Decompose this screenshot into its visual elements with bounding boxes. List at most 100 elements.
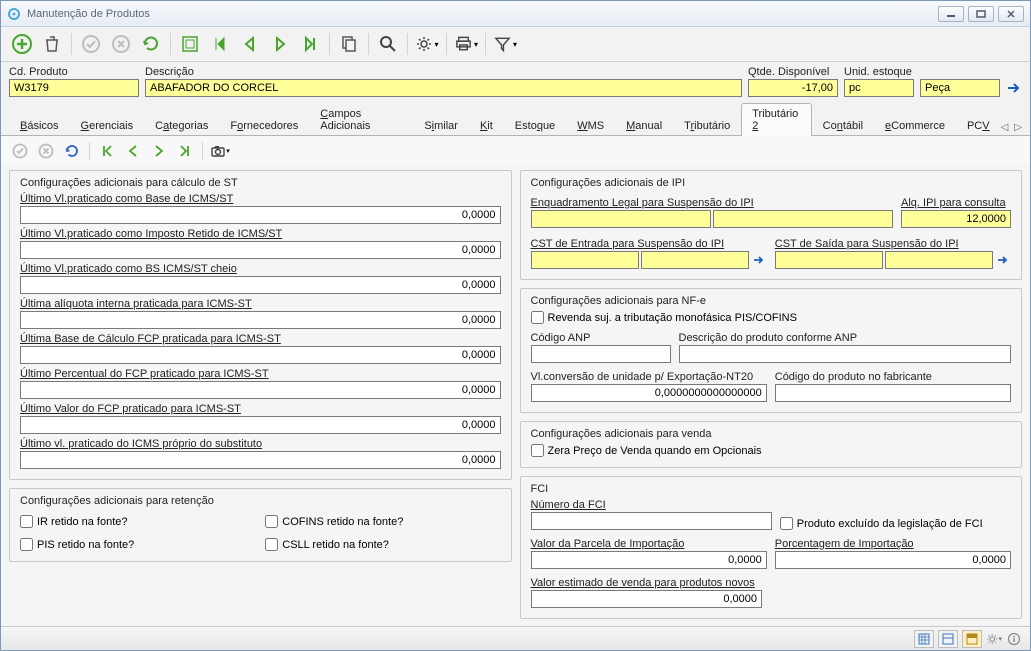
sub-next-button[interactable] [148, 140, 170, 162]
group-st: Configurações adicionais para cálculo de… [9, 170, 512, 480]
toolbar-separator [446, 33, 447, 55]
cst-ent-desc[interactable] [641, 251, 749, 269]
tab-categorias[interactable]: Categorias [144, 115, 219, 136]
descricao-input[interactable] [145, 79, 742, 97]
sub-camera-button[interactable]: ▾ [209, 140, 231, 162]
view-grid-button[interactable] [914, 630, 934, 648]
group-fci-title: FCI [531, 483, 1012, 495]
tab-similar[interactable]: Similar [413, 115, 469, 136]
search-button[interactable] [375, 31, 401, 57]
cd-produto-input[interactable] [9, 79, 139, 97]
cst-sai-code[interactable] [775, 251, 883, 269]
unid-estoque-desc-input[interactable] [920, 79, 1000, 97]
tab-contabil[interactable]: Contábil [812, 115, 874, 136]
anp-desc-input[interactable] [679, 345, 1012, 363]
tab-tributario-2[interactable]: Tributário 2 [741, 103, 811, 136]
next-button[interactable] [267, 31, 293, 57]
cst-sai-lookup[interactable] [995, 251, 1011, 269]
cst-ent-lookup[interactable] [751, 251, 767, 269]
tab-wms[interactable]: WMS [566, 115, 615, 136]
alq-ipi-label: Alq. IPI para consulta [901, 197, 1011, 209]
st-field-input[interactable] [20, 276, 501, 294]
status-settings-icon[interactable]: ▾ [986, 631, 1002, 647]
tab-gerenciais[interactable]: Gerenciais [70, 115, 145, 136]
unid-estoque-code-input[interactable] [844, 79, 914, 97]
conv-input[interactable] [531, 384, 767, 402]
st-field-input[interactable] [20, 241, 501, 259]
tab-tributario[interactable]: Tributário [673, 115, 741, 136]
conv-label: Vl.conversão de unidade p/ Exportação-NT… [531, 371, 767, 383]
view-form-button[interactable] [938, 630, 958, 648]
sub-cancel-button[interactable] [35, 140, 57, 162]
retencao-checkbox[interactable] [20, 515, 33, 528]
qtde-disponivel-input[interactable] [748, 79, 838, 97]
retencao-checkbox[interactable] [20, 538, 33, 551]
close-button[interactable] [998, 6, 1024, 22]
tab-ecommerce[interactable]: eCommerce [874, 115, 956, 136]
cancel-button[interactable] [108, 31, 134, 57]
enq-code-input[interactable] [531, 210, 711, 228]
add-button[interactable] [9, 31, 35, 57]
sub-first-button[interactable] [96, 140, 118, 162]
cst-ent-label: CST de Entrada para Suspensão do IPI [531, 238, 767, 250]
delete-button[interactable] [39, 31, 65, 57]
view-active-button[interactable] [962, 630, 982, 648]
tab-scroll-left[interactable]: ◁ [1001, 122, 1009, 133]
fci-estimado-input[interactable] [531, 590, 763, 608]
copy-button[interactable] [336, 31, 362, 57]
enq-desc-input[interactable] [713, 210, 893, 228]
retencao-checkbox[interactable] [265, 515, 278, 528]
st-field-label: Último vl. praticado do ICMS próprio do … [20, 438, 501, 450]
fabr-input[interactable] [775, 384, 1011, 402]
filter-button[interactable]: ▾ [492, 31, 518, 57]
confirm-button[interactable] [78, 31, 104, 57]
snapshot-button[interactable] [177, 31, 203, 57]
first-button[interactable] [207, 31, 233, 57]
fci-excl-checkbox[interactable] [780, 517, 793, 530]
maximize-button[interactable] [968, 6, 994, 22]
sub-last-button[interactable] [174, 140, 196, 162]
zera-checkbox[interactable] [531, 444, 544, 457]
retencao-checkbox[interactable] [265, 538, 278, 551]
prev-button[interactable] [237, 31, 263, 57]
tab-pcv[interactable]: PCV [956, 115, 1001, 136]
fabr-label: Código do produto no fabricante [775, 371, 1011, 383]
qtde-disponivel-label: Qtde. Disponível [748, 66, 838, 78]
tab-kit[interactable]: Kit [469, 115, 504, 136]
mono-checkbox[interactable] [531, 311, 544, 324]
last-button[interactable] [297, 31, 323, 57]
cst-ent-code[interactable] [531, 251, 639, 269]
toolbar-separator [329, 33, 330, 55]
anp-input[interactable] [531, 345, 671, 363]
fci-parcela-input[interactable] [531, 551, 767, 569]
cst-sai-desc[interactable] [885, 251, 993, 269]
toolbar-separator [89, 142, 90, 160]
alq-ipi-input[interactable] [901, 210, 1011, 228]
fci-parcela-label: Valor da Parcela de Importação [531, 538, 767, 550]
tab-estoque[interactable]: Estoque [504, 115, 566, 136]
settings-button[interactable]: ▾ [414, 31, 440, 57]
tab-fornecedores[interactable]: Fornecedores [219, 115, 309, 136]
fci-porc-input[interactable] [775, 551, 1011, 569]
toolbar-separator [170, 33, 171, 55]
minimize-button[interactable] [938, 6, 964, 22]
print-button[interactable]: ▾ [453, 31, 479, 57]
toolbar-separator [368, 33, 369, 55]
sub-prev-button[interactable] [122, 140, 144, 162]
sub-confirm-button[interactable] [9, 140, 31, 162]
st-field-input[interactable] [20, 346, 501, 364]
st-field-input[interactable] [20, 206, 501, 224]
fci-num-input[interactable] [531, 512, 772, 530]
tab-manual[interactable]: Manual [615, 115, 673, 136]
tab-scroll-right[interactable]: ▷ [1014, 122, 1022, 133]
tab-campos-adicionais[interactable]: Campos Adicionais [309, 103, 413, 136]
unid-lookup-button[interactable] [1006, 79, 1022, 97]
st-field-input[interactable] [20, 451, 501, 469]
status-info-icon[interactable] [1006, 631, 1022, 647]
tab-basicos[interactable]: Básicos [9, 115, 70, 136]
sub-refresh-button[interactable] [61, 140, 83, 162]
st-field-input[interactable] [20, 381, 501, 399]
refresh-button[interactable] [138, 31, 164, 57]
st-field-input[interactable] [20, 311, 501, 329]
st-field-input[interactable] [20, 416, 501, 434]
